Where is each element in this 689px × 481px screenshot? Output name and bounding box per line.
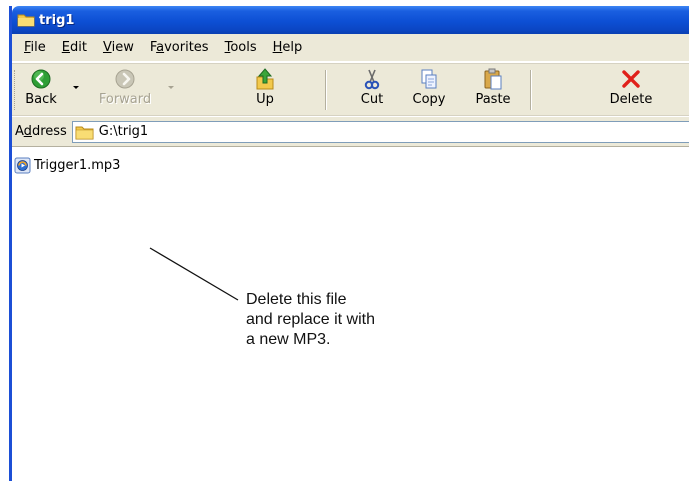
annotation-line: and replace it with xyxy=(246,311,375,328)
annotation-text: Delete this file and replace it with a n… xyxy=(246,290,446,350)
annotation-line: a new MP3. xyxy=(246,331,331,348)
callout-line xyxy=(149,247,239,301)
annotation-line: Delete this file xyxy=(246,291,347,308)
